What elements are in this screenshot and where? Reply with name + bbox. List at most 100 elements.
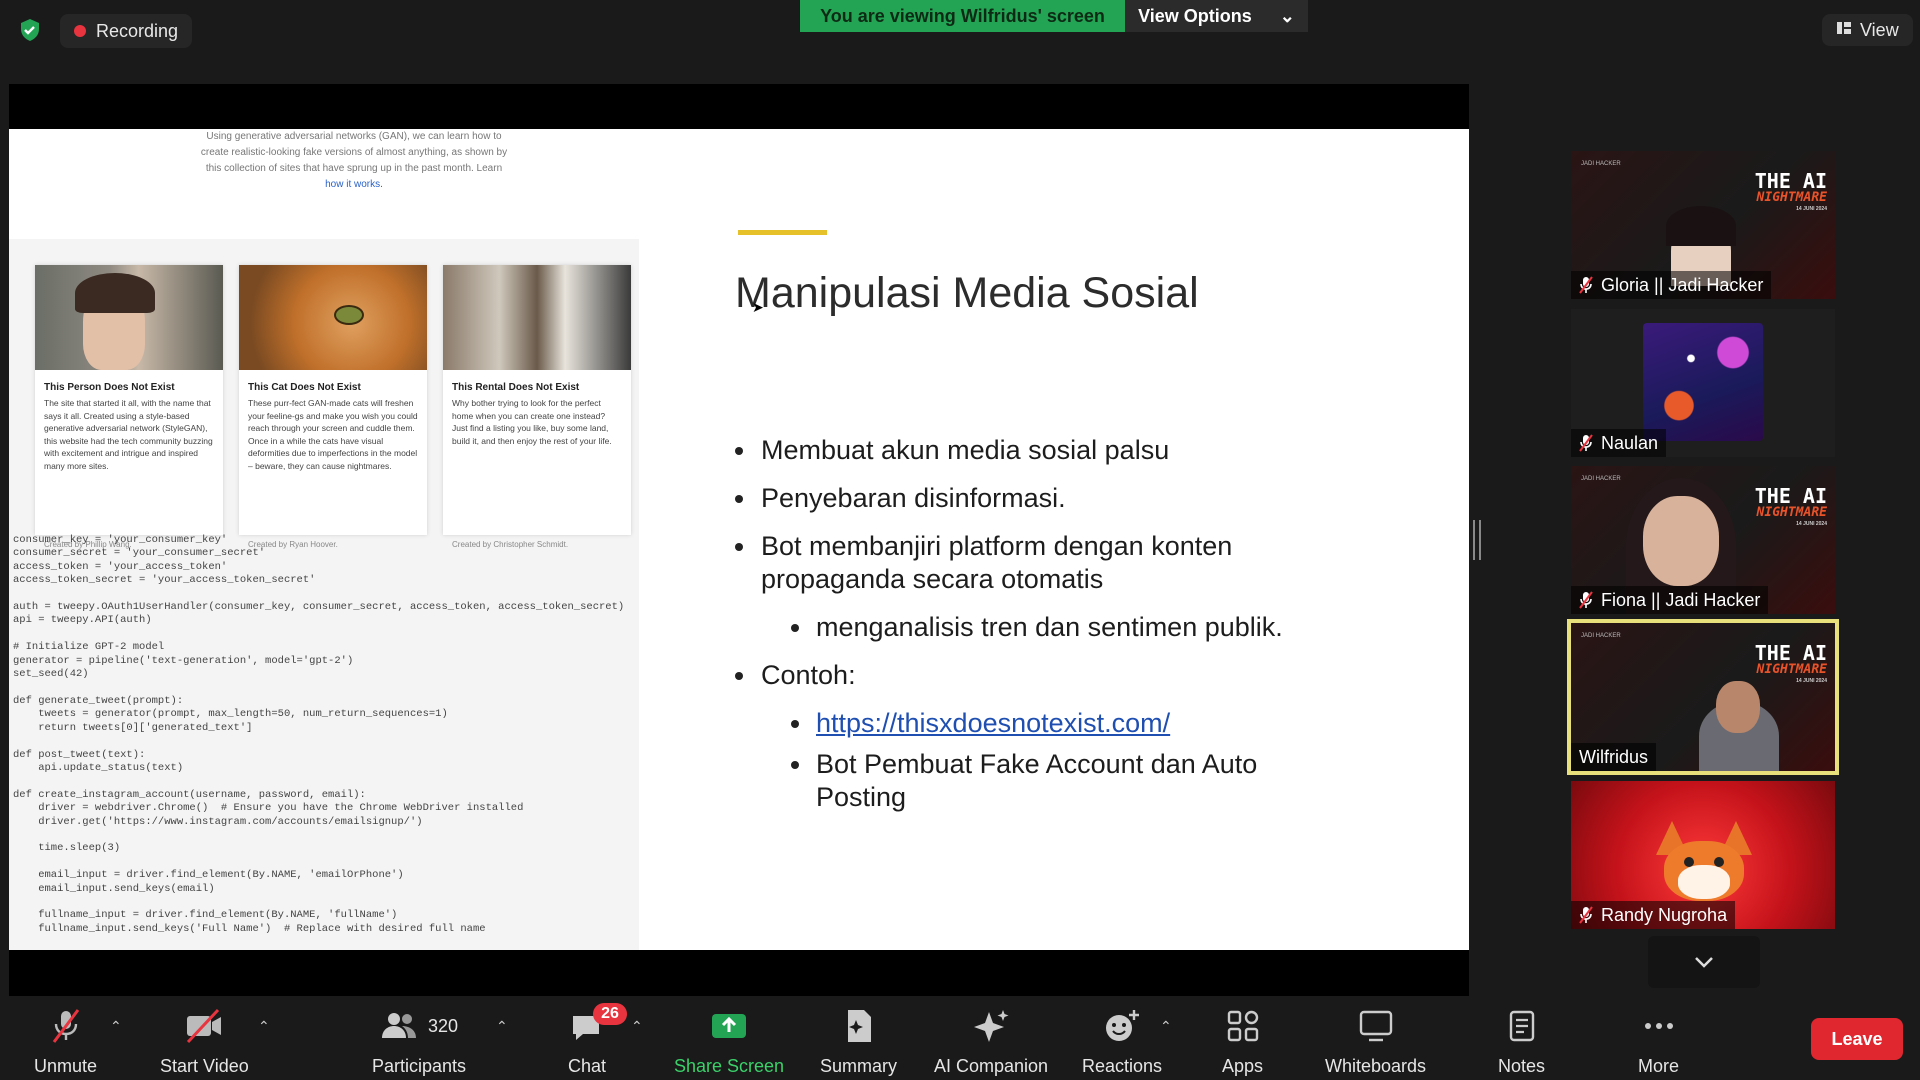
- participant-name-label: Wilfridus: [1571, 743, 1657, 771]
- mic-muted-icon: [1579, 434, 1593, 452]
- brand-logo: JADI HACKER: [1581, 161, 1621, 167]
- event-banner: THE AI NIGHTMARE 14 JUNI 2024: [1754, 169, 1827, 212]
- panel-resize-handle[interactable]: [1473, 520, 1481, 560]
- share-screen-icon: [712, 1014, 747, 1038]
- mic-muted-icon: [1579, 906, 1593, 924]
- participant-video: [1643, 496, 1719, 586]
- participants-count: 320: [428, 1015, 459, 1036]
- slide-intro: Using generative adversarial networks (G…: [179, 129, 529, 193]
- avatar: [1656, 821, 1752, 901]
- participants-options-caret-icon[interactable]: ⌃: [496, 1018, 508, 1035]
- notes-icon: [1509, 1010, 1534, 1042]
- card-description: These purr-fect GAN-made cats will fresh…: [248, 398, 418, 471]
- more-button[interactable]: More: [1638, 1008, 1679, 1077]
- card-description: Why bother trying to look for the perfec…: [452, 398, 612, 446]
- participants-button[interactable]: 320 Participants: [372, 1008, 466, 1077]
- card-title: This Person Does Not Exist: [44, 382, 175, 393]
- video-options-caret-icon[interactable]: ⌃: [258, 1018, 270, 1035]
- bullet-item: Membuat akun media sosial palsu: [731, 434, 1351, 467]
- event-banner: THE AI NIGHTMARE 14 JUNI 2024: [1754, 641, 1827, 684]
- view-options-button[interactable]: View Options ⌄: [1125, 0, 1308, 32]
- summary-button[interactable]: Summary: [820, 1008, 897, 1077]
- whiteboard-icon: [1359, 1010, 1392, 1042]
- bullet-item: Penyebaran disinformasi.: [731, 482, 1351, 515]
- card-title: This Cat Does Not Exist: [248, 382, 361, 393]
- view-options-label: View Options: [1138, 5, 1252, 26]
- start-video-button[interactable]: Start Video: [160, 1008, 249, 1077]
- ai-companion-button[interactable]: AI Companion: [934, 1008, 1048, 1077]
- grid-view-icon: [1836, 20, 1852, 41]
- chevron-down-icon: [1695, 957, 1713, 968]
- card-person: This Person Does Not Exist The site that…: [35, 265, 223, 549]
- presentation-slide: Using generative adversarial networks (G…: [9, 129, 1469, 950]
- apps-button[interactable]: Apps: [1222, 1008, 1263, 1077]
- view-label: View: [1860, 19, 1899, 40]
- mic-muted-icon: [1579, 276, 1593, 294]
- sub-bullet-item: Bot Pembuat Fake Account dan Auto Postin…: [731, 748, 1351, 814]
- chat-unread-badge: 26: [593, 1003, 627, 1025]
- apps-icon: [1227, 1010, 1258, 1042]
- unmute-button[interactable]: Unmute: [34, 1008, 97, 1077]
- participant-tile[interactable]: JADI HACKER THE AI NIGHTMARE 14 JUNI 2024 …: [1571, 466, 1835, 614]
- notes-button[interactable]: Notes: [1498, 1008, 1545, 1077]
- reactions-emoji-icon: [1106, 1010, 1140, 1041]
- scroll-participants-button[interactable]: [1648, 936, 1760, 988]
- reactions-button[interactable]: Reactions: [1082, 1008, 1162, 1077]
- card-title: This Rental Does Not Exist: [452, 382, 580, 393]
- recording-dot-icon: [74, 25, 86, 37]
- video-off-icon: [187, 1008, 222, 1044]
- mouse-cursor-icon: ➤: [752, 299, 764, 315]
- participant-tile[interactable]: Randy Nugroha: [1571, 781, 1835, 929]
- recording-label: Recording: [96, 20, 179, 41]
- slide-title: Manipulasi Media Sosial: [735, 269, 1199, 317]
- avatar: [1643, 323, 1763, 441]
- participant-name-label: Naulan: [1571, 429, 1667, 457]
- security-shield-icon[interactable]: [18, 18, 42, 42]
- mic-muted-icon: [1579, 591, 1593, 609]
- intro-line: create realistic-looking fake versions o…: [200, 147, 508, 158]
- example-link[interactable]: https://thisxdoesnotexist.com/: [816, 708, 1170, 738]
- leave-button[interactable]: Leave: [1811, 1018, 1903, 1060]
- card-rental: This Rental Does Not Exist Why bother tr…: [443, 265, 631, 549]
- bullet-item: Bot membanjiri platform dengan konten pr…: [731, 530, 1351, 596]
- mic-muted-icon: [52, 1009, 79, 1043]
- sub-bullet-link: https://thisxdoesnotexist.com/: [731, 707, 1351, 740]
- viewing-banner: You are viewing Wilfridus' screen: [800, 0, 1125, 32]
- participant-name-label: Randy Nugroha: [1571, 901, 1736, 929]
- participant-hair: [1666, 206, 1736, 246]
- participant-tile[interactable]: Naulan: [1571, 309, 1835, 457]
- participant-tile[interactable]: JADI HACKER THE AI NIGHTMARE 14 JUNI 2024 …: [1571, 151, 1835, 299]
- participant-name-label: Gloria || Jadi Hacker: [1571, 271, 1772, 299]
- summary-icon: [847, 1010, 871, 1042]
- chat-options-caret-icon[interactable]: ⌃: [631, 1018, 643, 1035]
- whiteboards-button[interactable]: Whiteboards: [1325, 1008, 1426, 1077]
- more-dots-icon: [1644, 1023, 1673, 1029]
- recording-indicator[interactable]: Recording: [60, 14, 193, 48]
- bullet-item: Contoh:: [731, 659, 1351, 692]
- ai-companion-sparkle-icon: [974, 1010, 1009, 1042]
- title-accent-bar: [738, 230, 827, 235]
- card-description: The site that started it all, with the n…: [44, 398, 213, 471]
- bullet-list: Membuat akun media sosial palsu Penyebar…: [731, 434, 1351, 822]
- reactions-options-caret-icon[interactable]: ⌃: [1160, 1018, 1172, 1035]
- brand-logo: JADI HACKER: [1581, 476, 1621, 482]
- audio-options-caret-icon[interactable]: ⌃: [110, 1018, 122, 1035]
- share-screen-button[interactable]: Share Screen: [674, 1008, 784, 1077]
- intro-line: this collection of sites that have sprun…: [205, 163, 503, 174]
- participant-video: [1716, 681, 1760, 733]
- card-cat: This Cat Does Not Exist These purr-fect …: [239, 265, 427, 549]
- person-image: [35, 265, 223, 370]
- participant-tile-active-speaker[interactable]: JADI HACKER THE AI NIGHTMARE 14 JUNI 2024 …: [1567, 619, 1839, 775]
- code-snippet: consumer_key = 'your_consumer_key' consu…: [13, 534, 625, 935]
- chevron-down-icon: ⌄: [1279, 5, 1295, 26]
- intro-link[interactable]: how it works.: [179, 177, 529, 193]
- intro-line: Using generative adversarial networks (G…: [206, 131, 502, 142]
- view-button[interactable]: View: [1822, 14, 1913, 46]
- participant-name-label: Fiona || Jadi Hacker: [1571, 586, 1769, 614]
- participants-icon: [382, 1013, 416, 1038]
- cat-image: [239, 265, 427, 370]
- sub-bullet-item: menganalisis tren dan sentimen publik.: [731, 611, 1351, 644]
- rental-image: [443, 265, 631, 370]
- event-banner: THE AI NIGHTMARE 14 JUNI 2024: [1754, 484, 1827, 527]
- brand-logo: JADI HACKER: [1581, 633, 1621, 639]
